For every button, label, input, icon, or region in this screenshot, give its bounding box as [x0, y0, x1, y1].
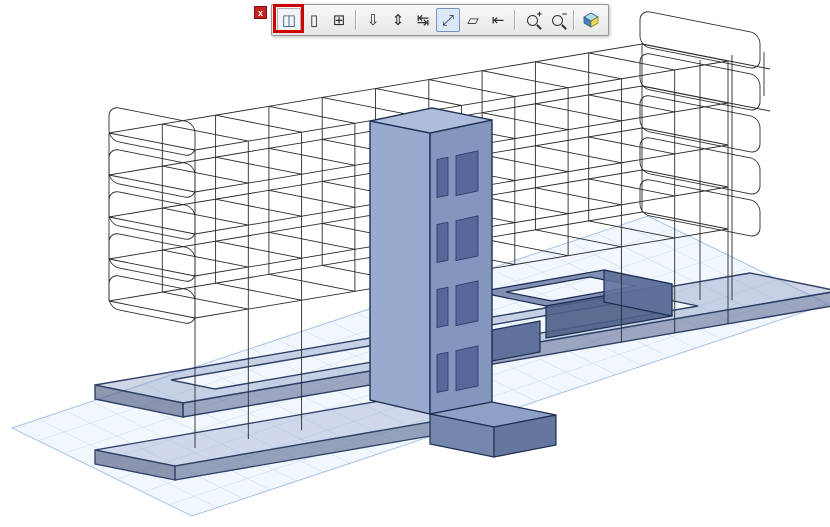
application-window: x ◫ ▯ ⊞ ⇩ ⇕ ↹ ⤢ [0, 0, 830, 527]
elevate-icon: ⇕ [392, 11, 405, 29]
drag-tool-button[interactable]: ◫ [277, 8, 301, 32]
zoom-in-tool-button[interactable]: + [520, 8, 544, 32]
drag-down-icon: ⇩ [367, 11, 380, 29]
toolbar-body: ◫ ▯ ⊞ ⇩ ⇕ ↹ ⤢ ▱ [271, 4, 609, 36]
tower-front-face [370, 121, 430, 414]
multiply-icon: ⊞ [333, 11, 346, 29]
multiply-tool-button[interactable]: ⊞ [327, 8, 351, 32]
offset-tool-button[interactable]: ⇤ [486, 8, 510, 32]
elevate-tool-button[interactable]: ⇕ [386, 8, 410, 32]
rotate-tool-button[interactable]: ▯ [302, 8, 326, 32]
stretch-tool-button[interactable]: ↹ [411, 8, 435, 32]
orientation-cube-button[interactable] [579, 8, 603, 32]
orientation-cube-icon [582, 12, 600, 28]
viewport-3d[interactable] [0, 0, 830, 527]
free-move-icon: ⤢ [442, 11, 454, 29]
rotate-icon: ▯ [310, 11, 318, 29]
floating-toolbar: x ◫ ▯ ⊞ ⇩ ⇕ ↹ ⤢ [254, 4, 609, 36]
toolbar-separator [573, 10, 575, 30]
drag-icon: ◫ [282, 11, 296, 29]
mirror-icon: ▱ [467, 11, 479, 29]
zoom-out-tool-button[interactable]: − [545, 8, 569, 32]
toolbar-close-button[interactable]: x [254, 6, 267, 19]
free-move-tool-button[interactable]: ⤢ [436, 8, 460, 32]
toolbar-separator [355, 10, 357, 30]
tower-base [430, 402, 556, 457]
toolbar-separator [514, 10, 516, 30]
mirror-tool-button[interactable]: ▱ [461, 8, 485, 32]
drag-sub-element-tool-button[interactable]: ⇩ [361, 8, 385, 32]
stretch-icon: ↹ [417, 11, 430, 29]
offset-icon: ⇤ [492, 11, 505, 29]
